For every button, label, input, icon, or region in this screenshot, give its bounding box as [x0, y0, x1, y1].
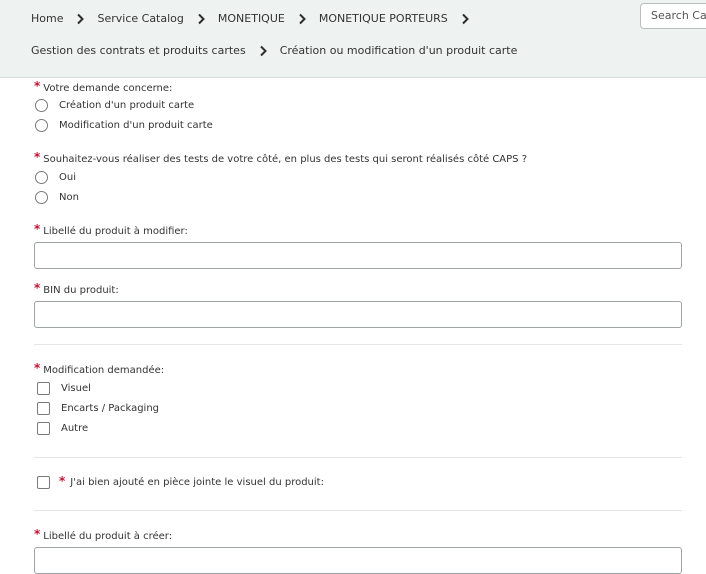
bin-label-text: BIN du produit:	[43, 285, 119, 296]
radio-modification-label: Modification d'un produit carte	[59, 120, 213, 131]
modification-label-text: Modification demandée:	[43, 365, 165, 376]
radio-creation-label: Création d'un produit carte	[59, 100, 195, 111]
section-divider	[34, 510, 682, 511]
checkbox-visuel-label: Visuel	[61, 383, 91, 394]
bin-input[interactable]	[34, 301, 682, 328]
breadcrumb-monetique[interactable]: MONETIQUE	[218, 12, 285, 25]
breadcrumb-second-row: Gestion des contrats et produits cartes …	[31, 44, 517, 57]
chevron-right-icon	[295, 13, 309, 25]
required-mark: *	[34, 150, 41, 164]
demande-label-text: Votre demande concerne:	[43, 83, 173, 94]
checkbox[interactable]	[37, 475, 50, 489]
section-divider	[34, 344, 682, 345]
checkbox[interactable]	[37, 382, 50, 395]
bin-label: * BIN du produit:	[34, 281, 119, 296]
checkbox-autre[interactable]: Autre	[37, 422, 88, 435]
libelle-modifier-label: * Libellé du produit à modifier:	[34, 222, 188, 237]
radio-oui-label: Oui	[59, 172, 76, 183]
tests-label: * Souhaitez-vous réaliser des tests de vo…	[34, 150, 528, 165]
radio-button[interactable]	[35, 99, 48, 112]
required-mark: *	[34, 281, 41, 295]
radio-button[interactable]	[35, 191, 48, 204]
radio-non-label: Non	[59, 192, 79, 203]
required-mark: *	[34, 222, 41, 236]
required-mark: *	[34, 79, 41, 93]
required-mark: *	[34, 361, 41, 375]
modification-label: * Modification demandée:	[34, 361, 165, 376]
libelle-modifier-input[interactable]	[34, 242, 682, 269]
checkbox-autre-label: Autre	[61, 423, 89, 434]
demande-label: * Votre demande concerne:	[34, 79, 173, 94]
radio-creation[interactable]: Création d'un produit carte	[35, 99, 194, 112]
tests-label-text: Souhaitez-vous réaliser des tests de vot…	[43, 154, 528, 165]
radio-button[interactable]	[35, 119, 48, 132]
visuel-ack-checkbox[interactable]: * J'ai bien ajouté en pièce jointe le vi…	[37, 474, 324, 489]
checkbox-visuel[interactable]: Visuel	[37, 382, 91, 395]
chevron-right-icon	[73, 13, 87, 25]
radio-non[interactable]: Non	[35, 191, 79, 204]
catalog-header: Home Service Catalog MONETIQUE MONETIQUE…	[0, 0, 706, 78]
radio-modification[interactable]: Modification d'un produit carte	[35, 119, 213, 132]
section-divider	[34, 457, 682, 458]
breadcrumb-gestion-contrats[interactable]: Gestion des contrats et produits cartes	[31, 44, 246, 57]
libelle-modifier-label-text: Libellé du produit à modifier:	[43, 226, 188, 237]
checkbox[interactable]	[37, 402, 50, 415]
radio-oui[interactable]: Oui	[35, 171, 76, 184]
chevron-right-icon	[458, 13, 472, 25]
required-mark: *	[34, 527, 41, 541]
chevron-right-icon	[256, 45, 270, 57]
libelle-creer-label: * Libellé du produit à créer:	[34, 527, 173, 542]
breadcrumb: Home Service Catalog MONETIQUE MONETIQUE…	[31, 12, 482, 25]
radio-button[interactable]	[35, 171, 48, 184]
breadcrumb-home[interactable]: Home	[31, 12, 63, 25]
breadcrumb-current-page: Création ou modification d'un produit ca…	[279, 44, 518, 57]
checkbox-encarts[interactable]: Encarts / Packaging	[37, 402, 159, 415]
libelle-creer-input[interactable]	[34, 547, 682, 574]
chevron-right-icon	[194, 13, 208, 25]
required-mark: *	[59, 474, 66, 488]
visuel-ack-label: J'ai bien ajouté en pièce jointe le visu…	[70, 476, 324, 488]
breadcrumb-service-catalog[interactable]: Service Catalog	[97, 12, 183, 25]
checkbox-encarts-label: Encarts / Packaging	[61, 403, 160, 414]
search-catalog-input[interactable]: Search Catalog	[640, 3, 706, 29]
libelle-creer-label-text: Libellé du produit à créer:	[43, 531, 173, 542]
checkbox[interactable]	[37, 422, 50, 435]
breadcrumb-monetique-porteurs[interactable]: MONETIQUE PORTEURS	[319, 12, 448, 25]
